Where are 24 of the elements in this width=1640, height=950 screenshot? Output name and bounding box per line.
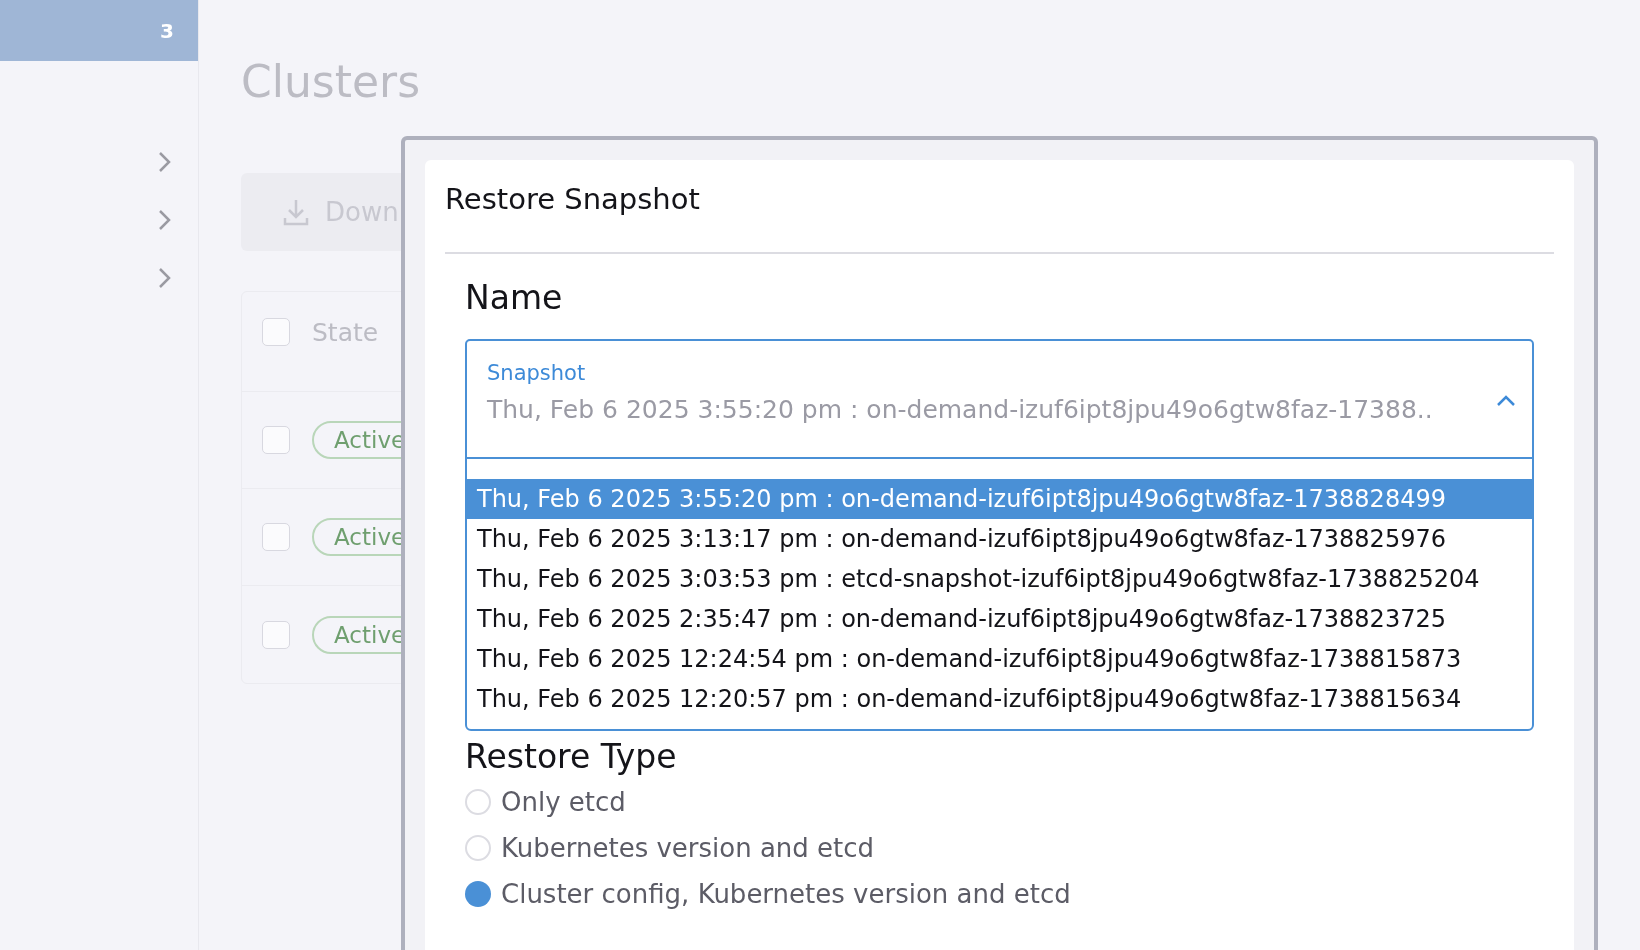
- dropdown-option[interactable]: Thu, Feb 6 2025 3:03:53 pm : etcd-snapshot-izuf6ipt8jpu49o6gtw8faz-1738825204: [467, 559, 1532, 599]
- download-icon: [283, 198, 309, 226]
- radio-label[interactable]: Cluster config, Kubernetes version and etcd: [501, 879, 1071, 909]
- row-checkbox[interactable]: [262, 620, 290, 649]
- chevron-icon[interactable]: [158, 151, 172, 173]
- dialog-title: Restore Snapshot: [445, 160, 1554, 254]
- chevron-icon[interactable]: [158, 209, 172, 231]
- row-checkbox[interactable]: [262, 523, 290, 551]
- dropdown-option[interactable]: Thu, Feb 6 2025 12:24:54 pm : on-demand-izuf6ipt8jpu49o6gtw8faz-1738815873: [467, 639, 1532, 679]
- section-heading: Restore Type: [465, 737, 678, 775]
- radio-label[interactable]: Kubernetes version and etcd: [501, 833, 875, 863]
- page-title: Clusters: [241, 56, 422, 107]
- dropdown-option[interactable]: Thu, Feb 6 2025 12:20:57 pm : on-demand-izuf6ipt8jpu49o6gtw8faz-1738815634: [467, 679, 1532, 719]
- radio-button[interactable]: [465, 789, 491, 815]
- select-all-checkbox[interactable]: [262, 318, 290, 346]
- chevron-icon[interactable]: [158, 267, 172, 289]
- count-label: 3: [160, 18, 174, 43]
- radio-label[interactable]: Only etcd: [501, 787, 626, 817]
- dropdown-option[interactable]: Thu, Feb 6 2025 2:35:47 pm : on-demand-izuf6ipt8jpu49o6gtw8faz-1738823725: [467, 599, 1532, 639]
- dropdown-option[interactable]: Thu, Feb 6 2025 3:13:17 pm : on-demand-izuf6ipt8jpu49o6gtw8faz-1738825976: [467, 519, 1532, 559]
- radio-button[interactable]: [465, 881, 491, 907]
- section-heading: Name: [465, 278, 564, 317]
- radio-button[interactable]: [465, 835, 491, 861]
- row-checkbox[interactable]: [262, 426, 290, 454]
